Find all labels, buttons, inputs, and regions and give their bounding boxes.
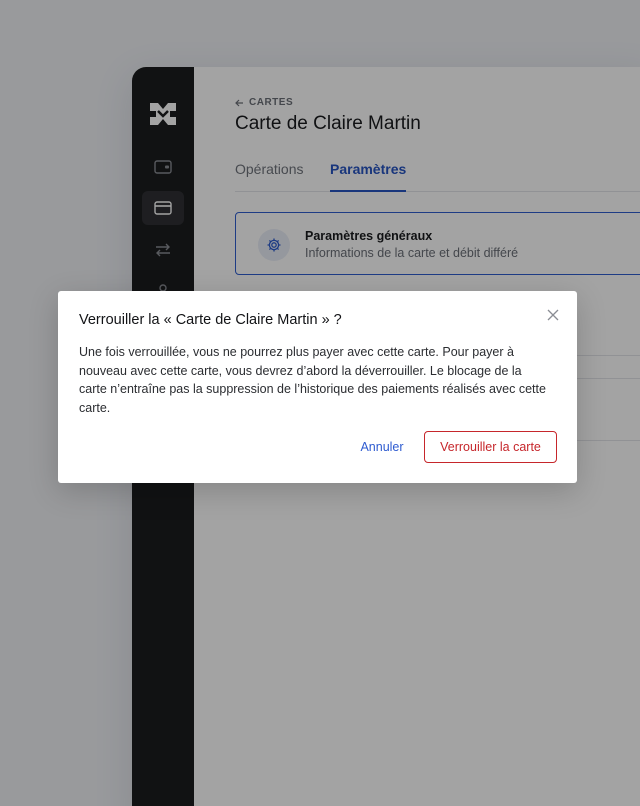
dialog-title: Verrouiller la « Carte de Claire Martin … — [79, 312, 342, 328]
dialog-body: Une fois verrouillée, vous ne pourrez pl… — [79, 345, 546, 415]
close-icon[interactable] — [543, 305, 563, 325]
lock-card-dialog: Verrouiller la « Carte de Claire Martin … — [58, 291, 577, 483]
lock-card-button[interactable]: Verrouiller la carte — [424, 431, 557, 463]
cancel-button[interactable]: Annuler — [346, 432, 418, 462]
